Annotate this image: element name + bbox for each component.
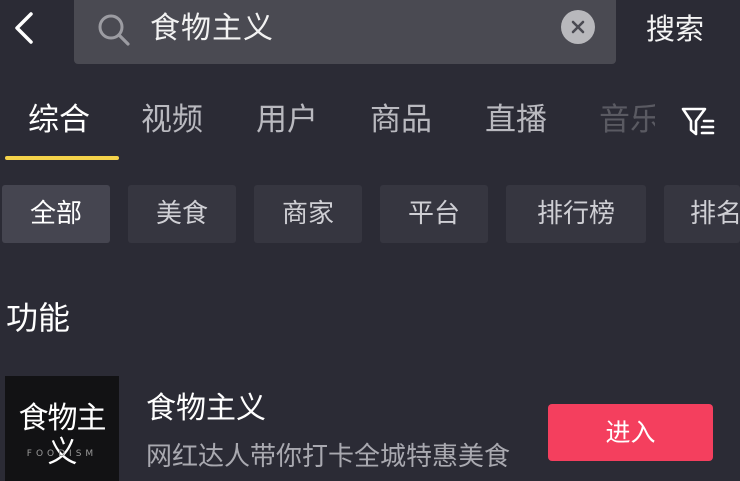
search-icon bbox=[98, 14, 130, 46]
result-logo[interactable]: 食物主义 FOODISM bbox=[5, 376, 119, 481]
clear-search-button[interactable] bbox=[561, 10, 595, 44]
chevron-left-icon bbox=[15, 12, 33, 44]
search-input[interactable]: 食物主义 bbox=[74, 0, 616, 64]
section-title: 功能 bbox=[6, 299, 71, 337]
chip-all[interactable]: 全部 bbox=[2, 185, 110, 243]
tab-video[interactable]: 视频 bbox=[141, 98, 203, 142]
chip-merchants[interactable]: 商家 bbox=[254, 185, 362, 243]
tab-comprehensive[interactable]: 综合 bbox=[28, 98, 90, 142]
chip-leaderboard[interactable]: 排行榜 bbox=[506, 185, 646, 243]
result-description: 网红达人带你打卡全城特惠美食 bbox=[146, 442, 511, 472]
chip-ranking[interactable]: 排名 bbox=[664, 185, 740, 243]
search-results-screen: 食物主义 搜索 综合 视频 用户 商品 直播 音乐 全部 美食 商家 平台 排行… bbox=[0, 0, 740, 481]
close-icon bbox=[571, 20, 585, 34]
logo-subtext: FOODISM bbox=[26, 449, 98, 459]
active-tab-indicator bbox=[5, 156, 119, 160]
filter-icon[interactable] bbox=[680, 104, 716, 140]
top-bar: 食物主义 搜索 bbox=[0, 0, 740, 68]
tab-products[interactable]: 商品 bbox=[370, 98, 432, 142]
chip-platform[interactable]: 平台 bbox=[380, 185, 488, 243]
result-title[interactable]: 食物主义 bbox=[146, 388, 266, 430]
chip-food[interactable]: 美食 bbox=[128, 185, 236, 243]
enter-button[interactable]: 进入 bbox=[548, 404, 713, 461]
tab-users[interactable]: 用户 bbox=[256, 98, 318, 142]
tab-music[interactable]: 音乐 bbox=[599, 98, 655, 142]
result-tabs: 综合 视频 用户 商品 直播 音乐 bbox=[0, 90, 740, 160]
tab-live[interactable]: 直播 bbox=[485, 98, 547, 142]
category-chips: 全部 美食 商家 平台 排行榜 排名 bbox=[0, 185, 740, 243]
back-button[interactable] bbox=[6, 8, 42, 48]
search-query: 食物主义 bbox=[150, 11, 274, 46]
search-submit-button[interactable]: 搜索 bbox=[646, 9, 704, 49]
